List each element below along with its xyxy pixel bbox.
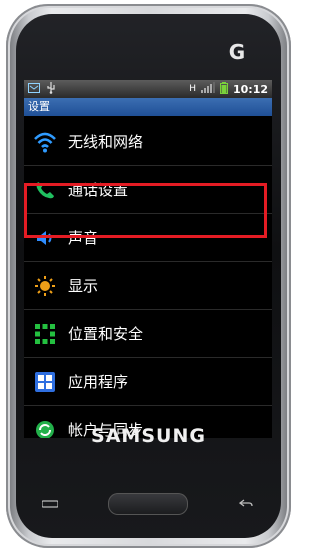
device-brand: SAMSUNG bbox=[91, 425, 206, 447]
menu-item-sound[interactable]: 声音 bbox=[24, 214, 272, 262]
usb-icon bbox=[46, 81, 56, 97]
home-key[interactable] bbox=[108, 493, 188, 515]
signal-icon bbox=[200, 82, 215, 96]
menu-item-label: 通话设置 bbox=[68, 181, 129, 199]
brightness-icon bbox=[32, 273, 58, 299]
menu-item-wireless-network[interactable]: 无线和网络 bbox=[24, 118, 272, 166]
battery-icon bbox=[219, 81, 228, 97]
menu-item-label: 位置和安全 bbox=[68, 325, 144, 343]
wifi-icon bbox=[32, 129, 58, 155]
clock-time: 10:12 bbox=[232, 82, 268, 96]
menu-item-label: 显示 bbox=[68, 277, 99, 295]
menu-item-call-settings[interactable]: 通话设置 bbox=[24, 166, 272, 214]
settings-menu: 无线和网络 通话设置 声音 显示 位置和安全 应用程序 帐户与同步 bbox=[24, 118, 272, 438]
menu-item-label: 应用程序 bbox=[68, 373, 129, 391]
carrier-logo: G bbox=[225, 40, 249, 64]
menu-key[interactable] bbox=[28, 494, 72, 514]
menu-item-label: 声音 bbox=[68, 229, 99, 247]
phone-icon bbox=[32, 177, 58, 203]
hardware-buttons bbox=[28, 490, 268, 518]
status-bar: H 10:12 bbox=[24, 80, 272, 98]
menu-item-applications[interactable]: 应用程序 bbox=[24, 358, 272, 406]
menu-item-location-security[interactable]: 位置和安全 bbox=[24, 310, 272, 358]
notification-icon bbox=[28, 82, 40, 96]
menu-item-label: 无线和网络 bbox=[68, 133, 144, 151]
back-key[interactable] bbox=[224, 494, 268, 514]
location-security-icon bbox=[32, 321, 58, 347]
carrier-logo-text: G bbox=[228, 40, 246, 64]
menu-item-display[interactable]: 显示 bbox=[24, 262, 272, 310]
speaker-icon bbox=[32, 225, 58, 251]
apps-icon bbox=[32, 369, 58, 395]
phone-screen: H 10:12 设置 无线和网络 通话设置 声音 显示 位置和安全 应用程序 帐… bbox=[24, 80, 272, 438]
network-type-label: H bbox=[189, 84, 196, 94]
page-title: 设置 bbox=[24, 98, 272, 116]
